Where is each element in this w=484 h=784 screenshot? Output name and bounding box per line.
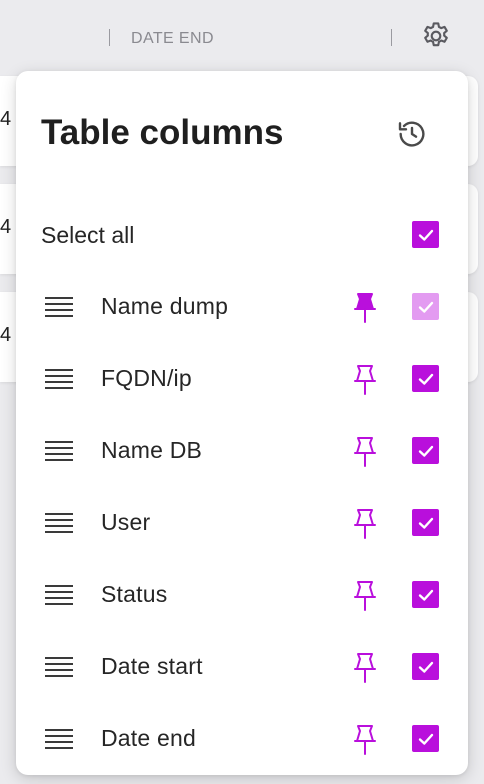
gear-icon[interactable] [418,18,454,54]
row-cell: 4 [0,216,12,238]
column-row: Name dump [16,271,468,343]
pin-icon[interactable] [349,723,381,757]
row-cell: 4 [0,324,12,346]
drag-handle-icon[interactable] [45,654,73,680]
column-checkbox[interactable] [412,653,439,680]
column-label: Name DB [101,437,203,463]
drag-handle-icon[interactable] [45,582,73,608]
column-checkbox[interactable] [412,437,439,464]
column-divider [109,29,110,46]
panel-title: Table columns [41,113,284,152]
drag-handle-icon[interactable] [45,438,73,464]
column-row: Status [16,559,468,631]
column-row: Date start [16,631,468,703]
column-checkbox[interactable] [412,581,439,608]
pin-icon[interactable] [349,651,381,685]
column-row: User [16,487,468,559]
drag-handle-icon[interactable] [45,366,73,392]
column-checkbox[interactable] [412,365,439,392]
column-label: User [101,509,151,535]
row-cell: 4 [0,108,12,130]
column-label: Status [101,581,168,607]
column-label: Date end [101,725,196,751]
column-row: FQDN/ip [16,343,468,415]
table-columns-panel: Table columns Select all Name dump FQDN/i… [16,71,468,775]
column-label: Name dump [101,293,229,319]
column-checkbox[interactable] [412,725,439,752]
column-checkbox [412,293,439,320]
column-row: Date end [16,703,468,775]
history-icon[interactable] [394,116,430,152]
column-header-date-end[interactable]: DATE END [131,30,214,48]
select-all-checkbox[interactable] [412,221,439,248]
pin-icon[interactable] [349,363,381,397]
pin-icon[interactable] [349,435,381,469]
pin-icon[interactable] [349,579,381,613]
table-header: DATE END [0,0,484,76]
select-all-label: Select all [41,222,135,248]
drag-handle-icon[interactable] [45,726,73,752]
drag-handle-icon[interactable] [45,510,73,536]
pin-icon[interactable] [349,507,381,541]
column-label: Date start [101,653,203,679]
column-checkbox[interactable] [412,509,439,536]
column-divider [391,29,392,46]
pin-filled-icon[interactable] [349,291,381,325]
drag-handle-icon[interactable] [45,294,73,320]
column-row: Name DB [16,415,468,487]
column-label: FQDN/ip [101,365,192,391]
